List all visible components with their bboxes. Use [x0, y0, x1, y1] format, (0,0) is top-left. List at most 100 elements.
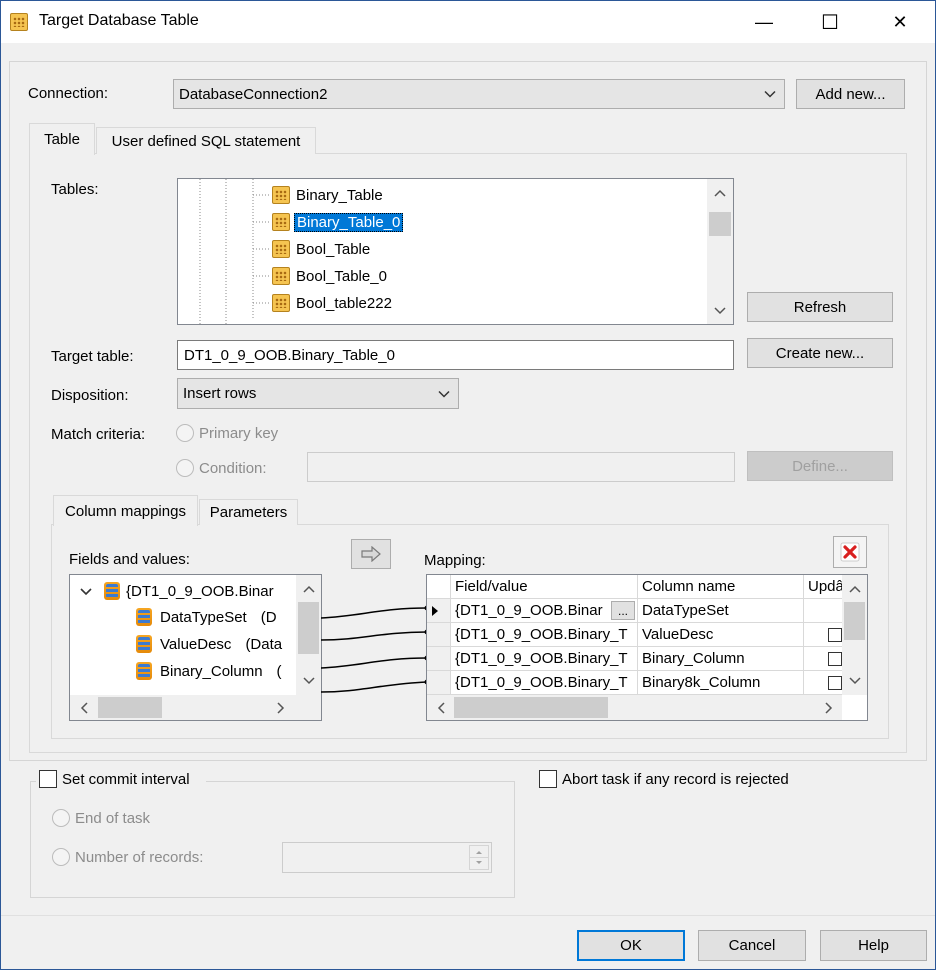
tables-tree[interactable]: Binary_Table Binary_Table_0 Bool_Table B…: [177, 178, 734, 325]
chevron-down-icon[interactable]: [80, 583, 94, 600]
fields-hscrollbar[interactable]: [70, 695, 321, 720]
table-icon: [272, 267, 290, 285]
fields-vscrollbar[interactable]: [296, 575, 321, 695]
list-item[interactable]: Bool_table222: [272, 291, 392, 315]
scroll-up-icon[interactable]: [846, 580, 863, 597]
table-icon: [272, 213, 290, 231]
spinner-arrows-icon: [470, 851, 488, 864]
map-arrow-button[interactable]: [351, 539, 391, 569]
scroll-thumb[interactable]: [709, 212, 731, 236]
update-cell: [804, 647, 844, 671]
scroll-thumb[interactable]: [454, 697, 608, 718]
primary-key-radio[interactable]: [176, 424, 194, 442]
primary-key-label: Primary key: [199, 425, 279, 442]
dialog-window: Target Database Table — ☐ ✕ Connection: …: [0, 0, 936, 970]
scroll-down-icon[interactable]: [711, 302, 728, 319]
disposition-select[interactable]: Insert rows: [177, 378, 459, 409]
create-new-button[interactable]: Create new...: [747, 338, 893, 368]
mapping-connectors: [321, 605, 430, 693]
field-type: (D: [260, 608, 277, 626]
list-item[interactable]: Binary_Table: [272, 183, 383, 207]
list-item[interactable]: Binary_Table_0: [272, 210, 404, 234]
scroll-left-icon[interactable]: [432, 699, 449, 716]
records-spinner[interactable]: [469, 845, 489, 870]
ellipsis-button[interactable]: ...: [611, 601, 635, 620]
update-checkbox[interactable]: [828, 675, 842, 690]
mapping-column-cell[interactable]: Binary8k_Column: [638, 671, 804, 695]
tab-user-sql[interactable]: User defined SQL statement: [96, 127, 316, 154]
scroll-up-icon[interactable]: [711, 184, 728, 201]
mapping-vscrollbar[interactable]: [842, 575, 867, 695]
field-icon: [136, 662, 152, 680]
table-name-selected: Binary_Table_0: [294, 212, 404, 232]
delete-mapping-button[interactable]: [833, 536, 867, 568]
tab-column-mappings[interactable]: Column mappings: [53, 495, 198, 526]
update-checkbox[interactable]: [828, 627, 842, 642]
close-button[interactable]: ✕: [877, 1, 923, 43]
help-button[interactable]: Help: [820, 930, 927, 961]
mapping-field-cell[interactable]: {DT1_0_9_OOB.Binary_T: [451, 671, 638, 695]
tab-parameters[interactable]: Parameters: [199, 499, 298, 525]
scroll-down-icon[interactable]: [300, 672, 317, 689]
connection-label: Connection:: [28, 85, 109, 102]
ok-button[interactable]: OK: [577, 930, 685, 961]
scroll-right-icon[interactable]: [272, 699, 289, 716]
mapping-field-cell[interactable]: {DT1_0_9_OOB.Binary_T: [451, 647, 638, 671]
connection-value: DatabaseConnection2: [179, 85, 328, 103]
disposition-label: Disposition:: [51, 387, 129, 404]
abort-task-checkbox[interactable]: [539, 770, 557, 788]
tables-label: Tables:: [51, 181, 99, 198]
mapping-column-cell[interactable]: DataTypeSet: [638, 599, 804, 623]
disposition-value: Insert rows: [183, 385, 257, 402]
mapping-column-cell[interactable]: Binary_Column: [638, 647, 804, 671]
cancel-button[interactable]: Cancel: [698, 930, 806, 961]
app-table-icon: [10, 13, 28, 32]
end-of-task-radio[interactable]: [52, 809, 70, 827]
scroll-thumb[interactable]: [844, 602, 865, 640]
minimize-button[interactable]: —: [741, 1, 787, 43]
match-criteria-label: Match criteria:: [51, 426, 146, 443]
mapping-field-cell[interactable]: {DT1_0_9_OOB.Binary_T: [451, 623, 638, 647]
number-of-records-radio[interactable]: [52, 848, 70, 866]
list-item[interactable]: DataTypeSet (D: [136, 605, 277, 629]
connection-select[interactable]: DatabaseConnection2: [173, 79, 785, 109]
header-update[interactable]: Updâ: [804, 575, 844, 599]
list-item[interactable]: Bool_Table: [272, 237, 370, 261]
field-name: Binary_Column: [160, 662, 263, 680]
target-table-label: Target table:: [51, 348, 134, 365]
mapping-field-cell[interactable]: {DT1_0_9_OOB.Binar ...: [451, 599, 638, 623]
list-item[interactable]: ValueDesc (Data: [136, 632, 282, 656]
scroll-left-icon[interactable]: [75, 699, 92, 716]
condition-radio[interactable]: [176, 459, 194, 477]
field-type: (Data: [245, 635, 283, 653]
scroll-thumb[interactable]: [298, 602, 319, 654]
tree-root-row[interactable]: {DT1_0_9_OOB.Binar: [80, 579, 274, 603]
title-bar: Target Database Table — ☐ ✕: [1, 1, 935, 43]
header-field-value[interactable]: Field/value: [451, 575, 638, 599]
scroll-thumb[interactable]: [98, 697, 162, 718]
chevron-down-icon: [438, 385, 450, 402]
number-of-records-input[interactable]: [282, 842, 492, 873]
maximize-button[interactable]: ☐: [807, 1, 853, 43]
header-column-name[interactable]: Column name: [638, 575, 804, 599]
target-table-input[interactable]: DT1_0_9_OOB.Binary_Table_0: [177, 340, 734, 370]
tables-scrollbar[interactable]: [707, 179, 733, 324]
scroll-right-icon[interactable]: [820, 699, 837, 716]
mapping-hscrollbar[interactable]: [427, 695, 842, 720]
list-item[interactable]: Binary_Column (: [136, 659, 282, 683]
mapping-grid[interactable]: Field/value Column name Updâ {DT1_0_9_OO…: [426, 574, 868, 721]
commit-interval-checkbox[interactable]: [39, 770, 57, 788]
list-item[interactable]: Bool_Table_0: [272, 264, 387, 288]
tab-table[interactable]: Table: [29, 123, 95, 155]
define-button[interactable]: Define...: [747, 451, 893, 481]
mapping-label: Mapping:: [424, 552, 486, 569]
condition-input[interactable]: [307, 452, 735, 482]
scroll-down-icon[interactable]: [846, 672, 863, 689]
fields-tree[interactable]: {DT1_0_9_OOB.Binar DataTypeSet (D ValueD…: [69, 574, 322, 721]
add-new-button[interactable]: Add new...: [796, 79, 905, 109]
scroll-up-icon[interactable]: [300, 580, 317, 597]
row-indicator: [427, 599, 451, 623]
mapping-column-cell[interactable]: ValueDesc: [638, 623, 804, 647]
refresh-button[interactable]: Refresh: [747, 292, 893, 322]
update-checkbox[interactable]: [828, 651, 842, 666]
